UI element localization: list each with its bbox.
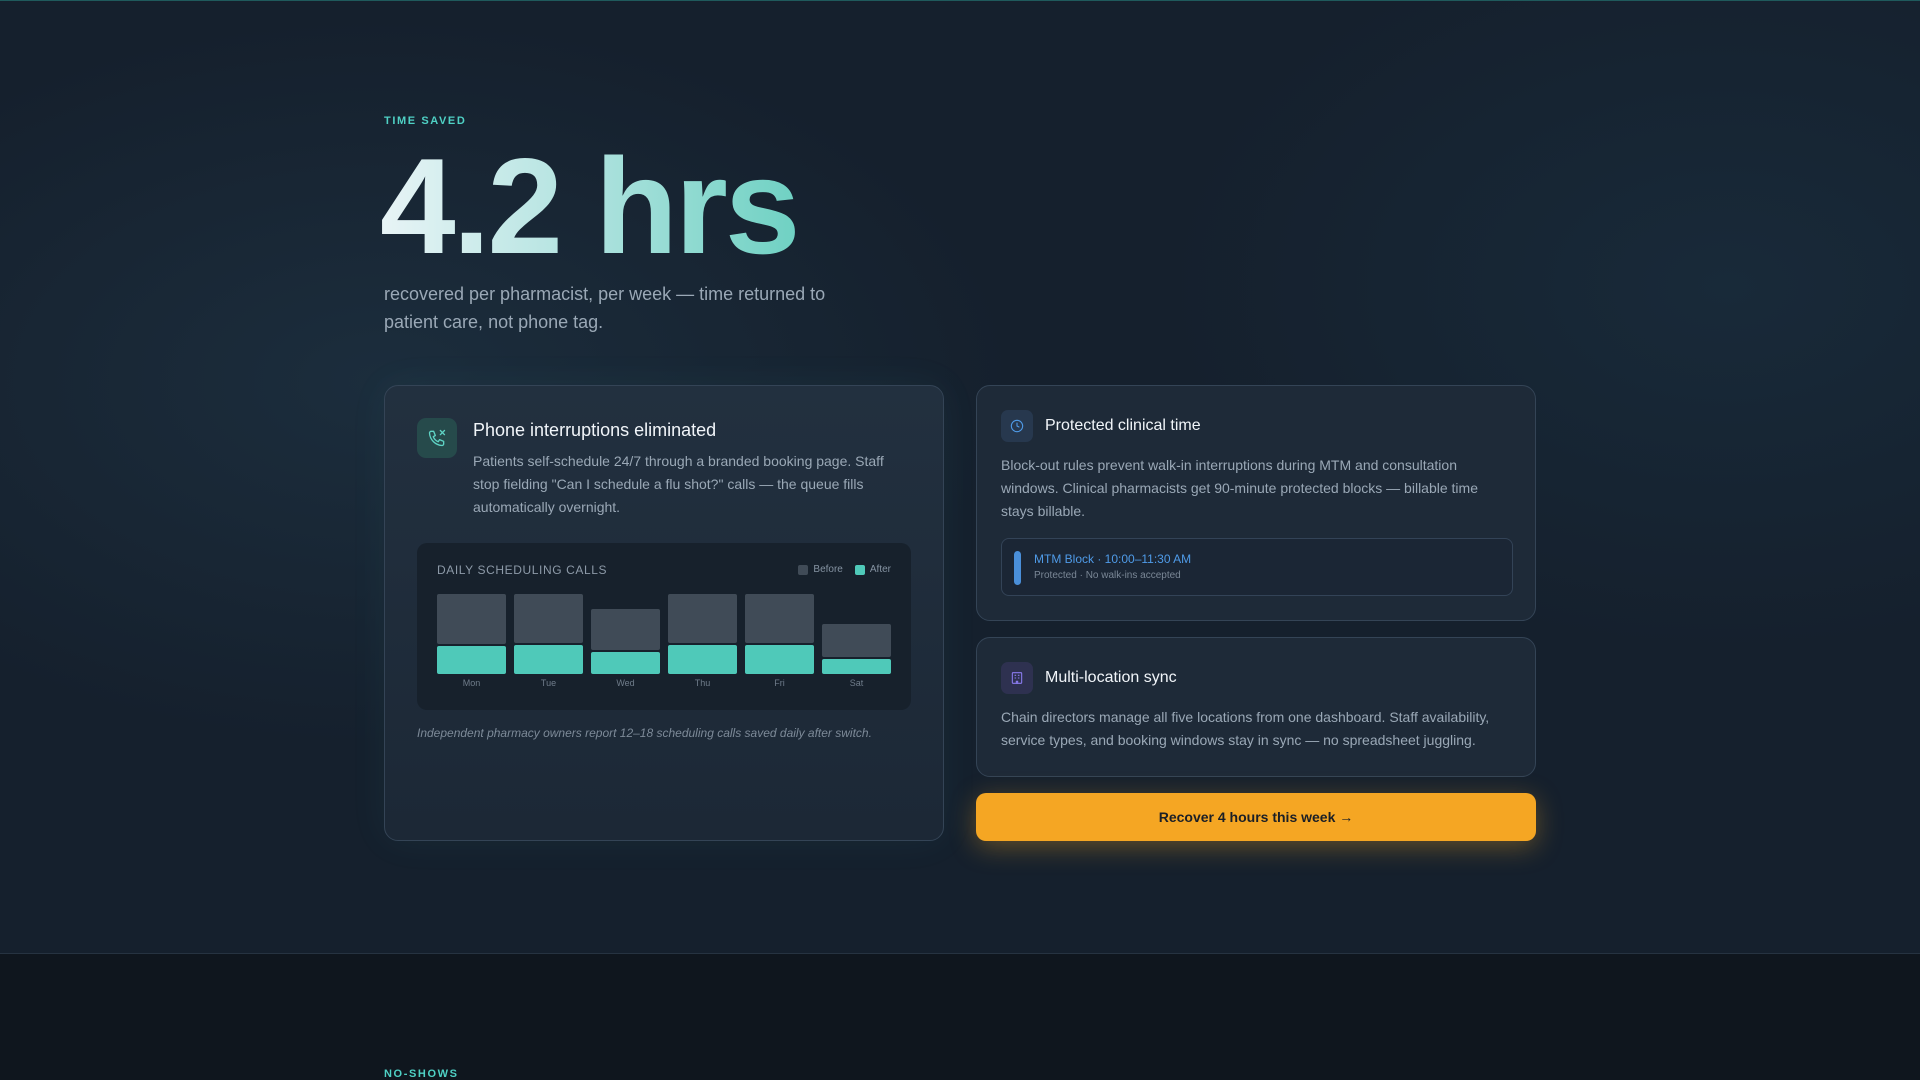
recover-hours-cta-button[interactable]: Recover 4 hours this week → xyxy=(976,793,1536,841)
card-title: Phone interruptions eliminated xyxy=(473,420,717,440)
multi-location-sync-card: Multi-location sync Chain directors mana… xyxy=(976,637,1536,777)
x-tick-label: Wed xyxy=(616,678,634,688)
daily-calls-chart: DAILY SCHEDULING CALLS Before After Mon T… xyxy=(417,543,911,710)
protected-clinical-time-card: Protected clinical time Block-out rules … xyxy=(976,385,1536,621)
card-title: Protected clinical time xyxy=(1045,417,1201,434)
card-description: Patients self-schedule 24/7 through a br… xyxy=(473,453,884,515)
card-title: Multi-location sync xyxy=(1045,669,1177,686)
next-section-eyebrow: NO-SHOWS xyxy=(384,1068,459,1080)
section-eyebrow: TIME SAVED xyxy=(384,115,467,127)
hero-stat-value: 4.2 hrs xyxy=(380,130,800,282)
bar-before-wed xyxy=(591,609,660,650)
phone-interruptions-card: Phone interruptions eliminated Patients … xyxy=(384,385,944,841)
bar-before-sat xyxy=(822,624,891,657)
hero-subtitle: recovered per pharmacist, per week — tim… xyxy=(384,284,826,332)
mtm-block-preview: MTM Block · 10:00–11:30 AM Protected · N… xyxy=(1001,538,1513,596)
building-icon xyxy=(1001,662,1033,694)
x-tick-label: Mon xyxy=(463,678,481,688)
x-tick-label: Tue xyxy=(541,678,556,688)
bar-after-fri xyxy=(745,645,814,674)
x-tick-label: Fri xyxy=(774,678,785,688)
x-tick-label: Thu xyxy=(695,678,711,688)
next-section-band xyxy=(0,953,1920,1080)
bar-before-mon xyxy=(437,594,506,644)
bar-after-wed xyxy=(591,652,660,674)
x-tick-label: Sat xyxy=(850,678,864,688)
chart-footnote: Independent pharmacy owners report 12–18… xyxy=(417,726,872,740)
bar-after-sat xyxy=(822,659,891,674)
card-description: Block-out rules prevent walk-in interrup… xyxy=(1001,457,1478,519)
bar-before-fri xyxy=(745,594,814,643)
bar-after-tue xyxy=(514,645,583,674)
bar-after-thu xyxy=(668,645,737,674)
bar-before-thu xyxy=(668,594,737,643)
bar-before-tue xyxy=(514,594,583,643)
block-title: MTM Block · 10:00–11:30 AM xyxy=(1034,552,1192,566)
bar-after-mon xyxy=(437,646,506,674)
block-indicator xyxy=(1014,551,1021,585)
bar-chart-svg: Mon Tue Wed Thu Fri Sat xyxy=(437,594,891,688)
page-background xyxy=(0,0,1920,953)
block-subtitle: Protected · No walk-ins accepted xyxy=(1034,570,1181,581)
card-description: Chain directors manage all five location… xyxy=(1001,709,1490,748)
phone-off-icon xyxy=(417,418,457,458)
clock-icon xyxy=(1001,410,1033,442)
